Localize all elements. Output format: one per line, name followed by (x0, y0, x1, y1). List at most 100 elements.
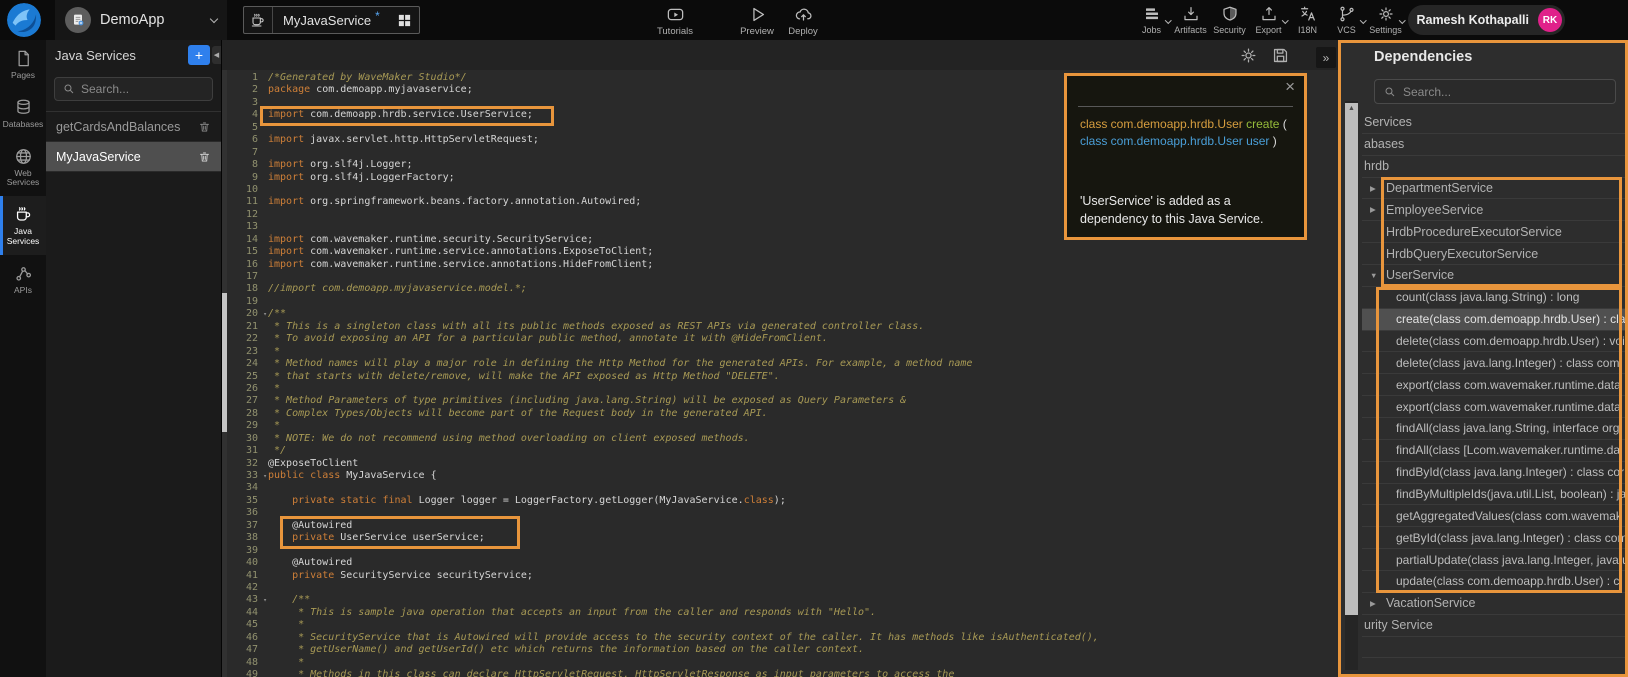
line-number: 28 (222, 408, 258, 420)
grid-icon[interactable] (397, 13, 412, 28)
rail-label: APIs (14, 286, 32, 296)
collapse-panel-icon[interactable]: ◀ (212, 46, 221, 64)
method-item[interactable]: create(class com.demoapp.hrdb.User) : cl… (1362, 309, 1625, 331)
rail-item-java-services[interactable]: Java Services (0, 196, 46, 255)
wavemaker-logo[interactable] (7, 3, 41, 37)
method-item[interactable]: findById(class java.lang.Integer) : clas… (1362, 462, 1625, 484)
save-icon[interactable] (1271, 46, 1290, 65)
jobs-icon (1143, 5, 1161, 23)
tree-item-userservice[interactable]: ▼UserService (1362, 265, 1625, 287)
rail-item-apis[interactable]: APIs (0, 255, 46, 304)
rail-item-web-services[interactable]: Web Services (0, 138, 46, 197)
tool-label: Export (1255, 25, 1281, 35)
rail-item-databases[interactable]: Databases (0, 89, 46, 138)
tree-item-abases[interactable]: abases (1362, 134, 1625, 156)
line-number: 46 (222, 632, 258, 644)
deploy-button[interactable]: Deploy (783, 5, 823, 37)
tree-label: abases (1364, 137, 1404, 151)
tree-label: create(class com.demoapp.hrdb.User) : cl… (1396, 312, 1625, 326)
dependencies-scrollbar[interactable]: ▲ (1345, 101, 1358, 670)
service-item-getCardsAndBalances[interactable]: getCardsAndBalances (46, 112, 221, 142)
editor-settings-gear-icon[interactable] (1239, 46, 1258, 65)
rail-label: Pages (11, 71, 35, 81)
method-item[interactable]: getAggregatedValues(class com.wavemak (1362, 505, 1625, 527)
tree-item-employeeservice[interactable]: ▶EmployeeService (1362, 199, 1625, 221)
tree-label: delete(class java.lang.Integer) : class … (1396, 356, 1623, 370)
branch-icon (1338, 5, 1356, 23)
chevron-collapsed-icon[interactable]: ▶ (1370, 599, 1386, 608)
fold-arrow-icon[interactable]: ▾ (263, 309, 267, 319)
scrollbar-thumb[interactable]: ▲ (1345, 103, 1358, 615)
code-line: //import com.demoapp.myjavaservice.model… (268, 283, 1338, 295)
topbar: DemoApp MyJavaService * Tutorials Preview… (0, 0, 1628, 40)
code-line: import com.wavemaker.runtime.service.ann… (268, 259, 1338, 271)
delete-trash-icon[interactable] (198, 150, 211, 164)
user-menu[interactable]: Ramesh Kothapalli RK (1408, 5, 1565, 35)
close-icon[interactable]: × (1285, 77, 1295, 97)
vcs-button[interactable]: VCS (1327, 5, 1366, 35)
project-switcher[interactable]: DemoApp (55, 0, 227, 40)
services-search-input[interactable] (81, 82, 204, 96)
artifacts-button[interactable]: Artifacts (1171, 5, 1210, 35)
add-service-button[interactable]: + (188, 45, 210, 65)
method-item[interactable]: export(class com.wavemaker.runtime.data (1362, 374, 1625, 396)
method-item[interactable]: findByMultipleIds(java.util.List, boolea… (1362, 484, 1625, 506)
jobs-button[interactable]: Jobs (1132, 5, 1171, 35)
export-button[interactable]: Export (1249, 5, 1288, 35)
tree-item-urity-service[interactable]: urity Service (1362, 615, 1625, 637)
line-number: 32 (222, 458, 258, 470)
rail-item-pages[interactable]: Pages (0, 40, 46, 89)
fold-arrow-icon[interactable]: ▾ (263, 471, 267, 481)
chevron-collapsed-icon[interactable]: ▶ (1370, 205, 1386, 214)
tutorials-button[interactable]: Tutorials (655, 5, 695, 37)
method-item[interactable]: delete(class java.lang.Integer) : class … (1362, 352, 1625, 374)
line-number: 2 (222, 84, 258, 96)
code-line: * (268, 657, 1338, 669)
method-item[interactable]: export(class com.wavemaker.runtime.data (1362, 396, 1625, 418)
method-item[interactable]: count(class java.lang.String) : long (1362, 287, 1625, 309)
line-number-gutter: 1234567891011121314151617181920▾21222324… (222, 72, 258, 677)
tree-item-empty (1362, 637, 1625, 659)
method-item[interactable]: findAll(class java.lang.String, interfac… (1362, 418, 1625, 440)
code-line: * Methods in this class can declare Http… (268, 669, 1338, 677)
code-line: private UserService userService; (268, 532, 1338, 544)
tree-item-hrdbqueryexecutorservice[interactable]: HrdbQueryExecutorService (1362, 243, 1625, 265)
chevron-expanded-icon[interactable]: ▼ (1370, 271, 1386, 280)
method-item[interactable]: partialUpdate(class java.lang.Integer, j… (1362, 549, 1625, 571)
tree-label: delete(class com.demoapp.hrdb.User) : vo… (1396, 334, 1625, 348)
settings-button[interactable]: Settings (1366, 5, 1405, 35)
delete-trash-icon[interactable] (198, 120, 211, 134)
apis-icon (14, 264, 33, 283)
popup-message: 'UserService' is added as a dependency t… (1080, 192, 1296, 228)
fold-arrow-icon[interactable]: ▾ (263, 595, 267, 605)
line-number: 6 (222, 134, 258, 146)
topbar-tools: JobsArtifactsSecurity Export I18N VCSSettin… (1132, 5, 1405, 35)
services-search-box (54, 77, 213, 101)
tab-myjavaservice[interactable]: MyJavaService * (243, 6, 420, 34)
tree-item-hrdb[interactable]: hrdb (1362, 156, 1625, 178)
security-button[interactable]: Security (1210, 5, 1249, 35)
service-item-MyJavaService[interactable]: MyJavaService (46, 142, 221, 172)
method-item[interactable]: delete(class com.demoapp.hrdb.User) : vo… (1362, 331, 1625, 353)
upload-icon (1260, 5, 1278, 23)
tool-label: I18N (1298, 25, 1317, 35)
tree-label: EmployeeService (1386, 203, 1483, 217)
tree-item-hrdbprocedureexecutorservice[interactable]: HrdbProcedureExecutorService (1362, 221, 1625, 243)
dependencies-search-input[interactable] (1403, 85, 1606, 99)
preview-button[interactable]: Preview (737, 5, 777, 37)
scroll-up-arrow-icon[interactable]: ▲ (1345, 103, 1358, 114)
method-item[interactable]: update(class com.demoapp.hrdb.User) : cl (1362, 571, 1625, 593)
search-icon (1384, 86, 1396, 98)
i18n-button[interactable]: I18N (1288, 5, 1327, 35)
tree-item-vacationservice[interactable]: ▶VacationService (1362, 593, 1625, 615)
tree-item-departmentservice[interactable]: ▶DepartmentService (1362, 178, 1625, 200)
tree-label: update(class com.demoapp.hrdb.User) : cl (1396, 574, 1622, 588)
method-item[interactable]: findAll(class [Lcom.wavemaker.runtime.da (1362, 440, 1625, 462)
expand-panel-icon[interactable]: » (1316, 47, 1336, 68)
tree-item-services[interactable]: Services (1362, 112, 1625, 134)
method-item[interactable]: getById(class java.lang.Integer) : class… (1362, 527, 1625, 549)
line-number: 27 (222, 395, 258, 407)
chevron-collapsed-icon[interactable]: ▶ (1370, 184, 1386, 193)
line-number: 25 (222, 371, 258, 383)
code-line: * This is sample java operation that acc… (268, 607, 1338, 619)
